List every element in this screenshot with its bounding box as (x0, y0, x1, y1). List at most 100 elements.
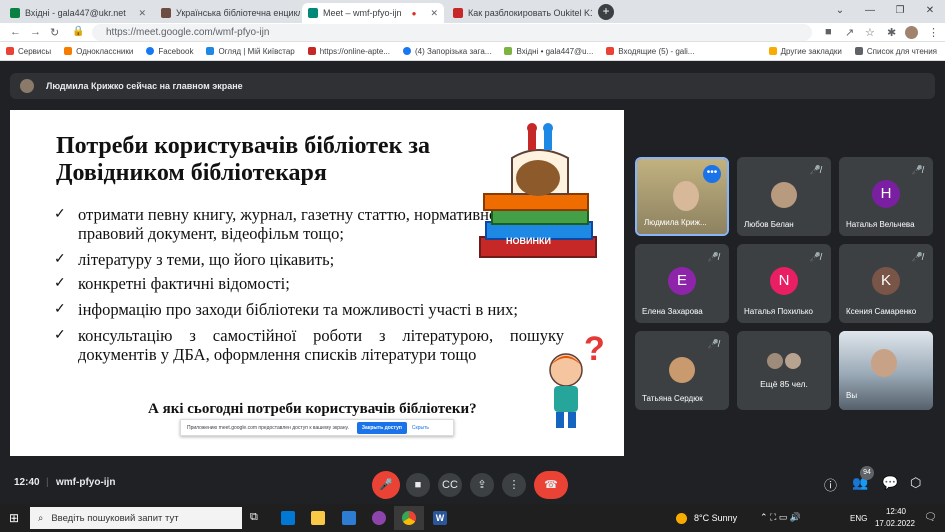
star-icon[interactable]: ☆ (865, 26, 875, 39)
close-tab-icon[interactable]: ✕ (134, 8, 146, 19)
camera-icon[interactable]: ■ (825, 26, 832, 38)
slide-bullet: ✓ конкретні фактичні відомості; (54, 274, 290, 293)
present-button[interactable]: ⇪ (470, 473, 494, 497)
recording-dot-icon: ● (411, 8, 417, 18)
self-tile[interactable]: Вы (839, 331, 933, 410)
stop-sharing-button[interactable]: Закрыть доступ (356, 421, 407, 434)
file-explorer-icon[interactable] (311, 511, 325, 525)
activities-icon[interactable]: ⬡ (910, 475, 921, 491)
mail-app-icon[interactable] (281, 511, 295, 525)
leave-call-button[interactable]: ☎ (534, 471, 568, 499)
site-favicon-icon (161, 8, 171, 18)
mic-muted-icon: 🎤̸ (809, 252, 821, 262)
participant-tile[interactable]: 🎤̸ K Ксения Самаренко (839, 244, 933, 323)
check-icon: ✓ (54, 328, 66, 343)
tray-icons[interactable]: ⌃ ⛶ ▭ 🔊 (760, 512, 801, 523)
separator: | (46, 477, 49, 488)
profile-avatar[interactable] (905, 26, 918, 39)
captions-button[interactable]: CC (438, 473, 462, 497)
participant-initial: Н (872, 180, 900, 208)
reload-icon[interactable]: ↻ (50, 26, 59, 39)
close-window-icon[interactable]: ✕ (915, 0, 945, 23)
more-participants-tile[interactable]: Ещё 85 чел. (737, 331, 831, 410)
bookmark-odnoklassniki[interactable]: Одноклассники (64, 47, 133, 56)
participant-tile[interactable]: 🎤̸ N Наталья Похилько (737, 244, 831, 323)
clock-time[interactable]: 12:40 (876, 507, 916, 516)
presenting-banner: Людмила Крижко сейчас на главном экране (10, 73, 935, 99)
bookmark-ukrnet[interactable]: Вхідні • gala447@u... (504, 47, 593, 56)
bookmark-gmail[interactable]: Входящие (5) - gali... (606, 47, 694, 56)
question-mark-icon: ? (584, 332, 605, 368)
browser-tab[interactable]: Українська бібліотечна енцикл✕ (155, 3, 300, 23)
lock-icon: 🔒 (72, 26, 85, 37)
participant-tile[interactable]: 🎤̸ Любов Белан (737, 157, 831, 236)
minimize-icon[interactable]: — (855, 0, 885, 23)
store-icon[interactable] (342, 511, 356, 525)
bookmark-apteka[interactable]: https://online-apte... (307, 47, 390, 56)
info-icon[interactable]: ⓘ (824, 475, 837, 494)
close-tab-icon[interactable]: ✕ (426, 8, 438, 19)
participant-initial: K (872, 267, 900, 295)
tab-search-icon[interactable]: ⌄ (825, 0, 855, 23)
mic-muted-icon: 🎤̸ (911, 165, 923, 175)
other-bookmarks[interactable]: Другие закладки (768, 47, 842, 56)
input-language[interactable]: ENG (850, 514, 867, 523)
participant-tile-pinned[interactable]: ••• Людмила Криж... (635, 157, 729, 236)
participant-photo (785, 353, 801, 369)
shared-slide: Потреби користувачів бібліотек за Довідн… (10, 110, 624, 456)
meeting-code: wmf-pfyo-ijn (56, 477, 116, 488)
new-tab-button[interactable]: + (598, 4, 614, 20)
forward-icon[interactable]: → (30, 26, 41, 38)
url-field[interactable]: https://meet.google.com/wmf-pfyo-ijn (92, 24, 812, 41)
clock-date[interactable]: 17.02.2022 (872, 519, 918, 528)
weather-text: 8°C Sunny (694, 513, 738, 523)
meet-favicon-icon (308, 8, 318, 18)
windows-start-icon[interactable]: ⊞ (9, 511, 19, 525)
check-icon: ✓ (54, 302, 66, 317)
bookmark-services[interactable]: Сервисы (6, 47, 51, 56)
address-bar-row: ← → ↻ 🔒 https://meet.google.com/wmf-pfyo… (0, 23, 945, 42)
notifications-icon[interactable]: 🗨 (924, 512, 937, 523)
site-favicon-icon (453, 8, 463, 18)
bookmark-facebook[interactable]: Facebook (146, 47, 193, 56)
participant-initial: E (668, 267, 696, 295)
task-view-icon[interactable]: ⧉ (250, 511, 264, 525)
meet-bottom-bar: 12:40 | wmf-pfyo-ijn 🎤 ■ CC ⇪ ⋮ ☎ ⓘ 👥 94… (0, 465, 945, 504)
extensions-icon[interactable]: ✱ (887, 26, 896, 39)
self-face (871, 349, 897, 377)
mail-favicon-icon (10, 8, 20, 18)
app-icon[interactable] (372, 511, 386, 525)
hide-notice-link[interactable]: Скрыть (412, 425, 429, 431)
chat-icon[interactable]: 💬 (882, 475, 898, 491)
mic-off-button[interactable]: 🎤 (372, 471, 400, 499)
participant-photo (767, 353, 783, 369)
slide-title: Потреби користувачів бібліотек за Довідн… (56, 133, 431, 186)
taskbar-search[interactable]: ⌕ Введіть пошуковий запит тут (30, 507, 242, 529)
bookmark-facebook-group[interactable]: (4) Запорізька зага... (403, 47, 491, 56)
weather-sun-icon (676, 513, 687, 524)
participant-tile[interactable]: 🎤̸ E Елена Захарова (635, 244, 729, 323)
participant-tile[interactable]: 🎤̸ Н Наталья Вельчева (839, 157, 933, 236)
reading-list[interactable]: Список для чтения (854, 47, 937, 56)
browser-tab[interactable]: Как разблокировать Oukitel K10✕ (447, 3, 592, 23)
camera-button[interactable]: ■ (406, 473, 430, 497)
bookmark-kyivstar[interactable]: Огляд | Мій Київстар (206, 47, 295, 56)
slide-bullet: ✓ інформацію про заходи бібліотеки та мож… (54, 300, 518, 319)
participant-tile[interactable]: 🎤̸ Татьяна Сердюк (635, 331, 729, 410)
chrome-icon (402, 511, 416, 525)
maximize-icon[interactable]: ❐ (885, 0, 915, 23)
share-icon[interactable]: ↗ (845, 26, 854, 39)
word-icon[interactable]: W (433, 511, 447, 525)
slide-question: А які сьогодні потреби користувачів бібл… (148, 401, 477, 417)
people-count-badge: 94 (860, 466, 874, 480)
browser-tab-active[interactable]: Meet – wmf-pfyo-ijn ● ✕ (302, 3, 444, 23)
browser-tab[interactable]: Вхідні - gala447@ukr.net ✕ (4, 3, 152, 23)
browser-tab-bar: Вхідні - gala447@ukr.net ✕ Українська біб… (0, 0, 945, 23)
meeting-time: 12:40 (14, 477, 40, 488)
menu-icon[interactable]: ⋮ (928, 26, 939, 39)
more-options-button[interactable]: ⋮ (502, 473, 526, 497)
check-icon: ✓ (54, 252, 66, 267)
more-options-icon[interactable]: ••• (703, 165, 721, 183)
mic-muted-icon: 🎤̸ (911, 252, 923, 262)
back-icon[interactable]: ← (10, 26, 21, 38)
